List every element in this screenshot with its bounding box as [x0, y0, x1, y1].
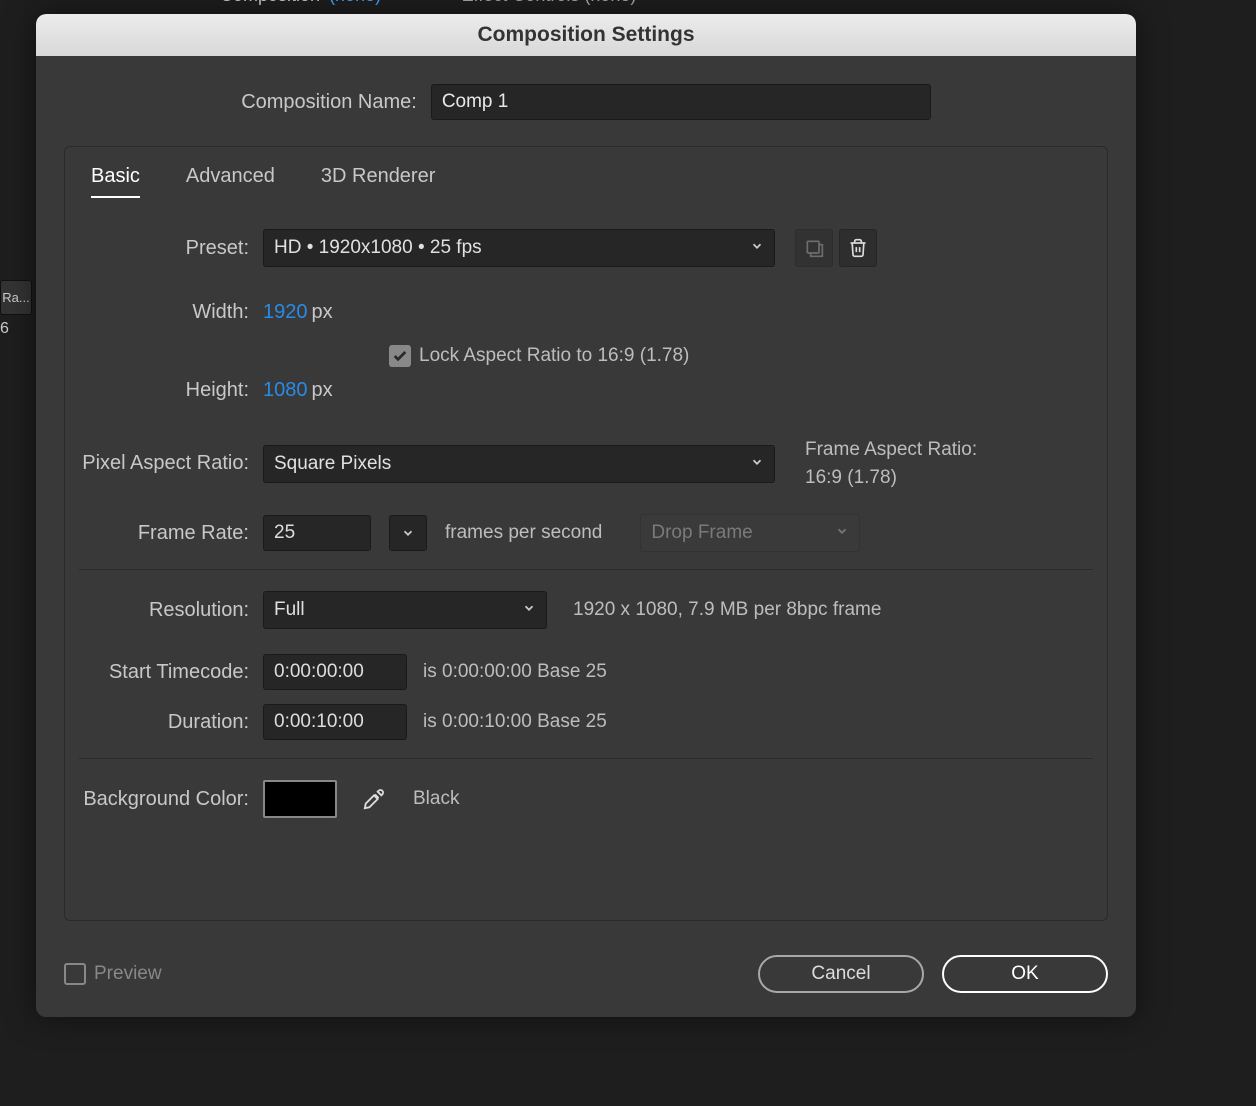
tab-advanced[interactable]: Advanced	[186, 165, 275, 198]
height-label: Height:	[79, 379, 263, 402]
frame-rate-dropdown-button[interactable]	[389, 515, 427, 551]
background-side-value: 6	[0, 320, 15, 350]
tab-basic[interactable]: Basic	[91, 165, 140, 198]
preset-label: Preset:	[79, 237, 263, 260]
preset-value: HD • 1920x1080 • 25 fps	[274, 237, 482, 259]
background-panel-text: Composition (none) ≡ Effect Controls (no…	[220, 0, 636, 6]
preview-checkbox[interactable]	[64, 963, 86, 985]
resolution-dropdown[interactable]: Full	[263, 591, 547, 629]
eyedropper-button[interactable]	[355, 780, 393, 818]
cancel-button[interactable]: Cancel	[758, 955, 924, 993]
save-preset-button[interactable]	[795, 229, 833, 267]
composition-name-label: Composition Name:	[241, 91, 417, 114]
bg-color-swatch[interactable]	[263, 780, 337, 818]
height-value[interactable]: 1080	[263, 379, 308, 402]
composition-name-input[interactable]	[431, 84, 931, 120]
duration-label: Duration:	[79, 711, 263, 734]
delete-preset-button[interactable]	[839, 229, 877, 267]
width-value[interactable]: 1920	[263, 301, 308, 324]
width-unit: px	[312, 301, 333, 324]
drop-frame-label: Drop Frame	[651, 522, 752, 544]
dialog-title: Composition Settings	[478, 23, 695, 47]
chevron-down-icon	[835, 522, 849, 544]
frame-rate-input[interactable]	[263, 515, 371, 551]
height-unit: px	[312, 379, 333, 402]
start-timecode-info: is 0:00:00:00 Base 25	[423, 661, 607, 683]
fps-suffix: frames per second	[445, 522, 602, 544]
start-timecode-label: Start Timecode:	[79, 661, 263, 684]
drop-frame-dropdown: Drop Frame	[640, 514, 860, 552]
par-value: Square Pixels	[274, 453, 391, 475]
ok-button[interactable]: OK	[942, 955, 1108, 993]
composition-settings-dialog: Composition Settings Composition Name: B…	[36, 14, 1136, 1017]
duration-info: is 0:00:10:00 Base 25	[423, 711, 607, 733]
chevron-down-icon	[522, 599, 536, 621]
par-dropdown[interactable]: Square Pixels	[263, 445, 775, 483]
start-timecode-input[interactable]	[263, 654, 407, 690]
bg-color-label: Background Color:	[79, 788, 263, 811]
par-label: Pixel Aspect Ratio:	[79, 452, 263, 475]
lock-aspect-label: Lock Aspect Ratio to 16:9 (1.78)	[419, 345, 689, 367]
duration-input[interactable]	[263, 704, 407, 740]
preset-dropdown[interactable]: HD • 1920x1080 • 25 fps	[263, 229, 775, 267]
dialog-titlebar: Composition Settings	[36, 14, 1136, 56]
bg-color-name: Black	[413, 788, 459, 810]
preview-label: Preview	[94, 963, 162, 985]
resolution-info: 1920 x 1080, 7.9 MB per 8bpc frame	[573, 599, 881, 621]
frame-aspect-label: Frame Aspect Ratio:	[805, 436, 977, 464]
lock-aspect-checkbox[interactable]	[389, 345, 411, 367]
chevron-down-icon	[750, 237, 764, 259]
resolution-label: Resolution:	[79, 599, 263, 622]
tab-3d-renderer[interactable]: 3D Renderer	[321, 165, 436, 198]
frame-rate-label: Frame Rate:	[79, 522, 263, 545]
chevron-down-icon	[750, 453, 764, 475]
resolution-value: Full	[274, 599, 305, 621]
width-label: Width:	[79, 301, 263, 324]
background-side-tab: Ra...	[0, 280, 32, 315]
frame-aspect-value: 16:9 (1.78)	[805, 464, 977, 492]
